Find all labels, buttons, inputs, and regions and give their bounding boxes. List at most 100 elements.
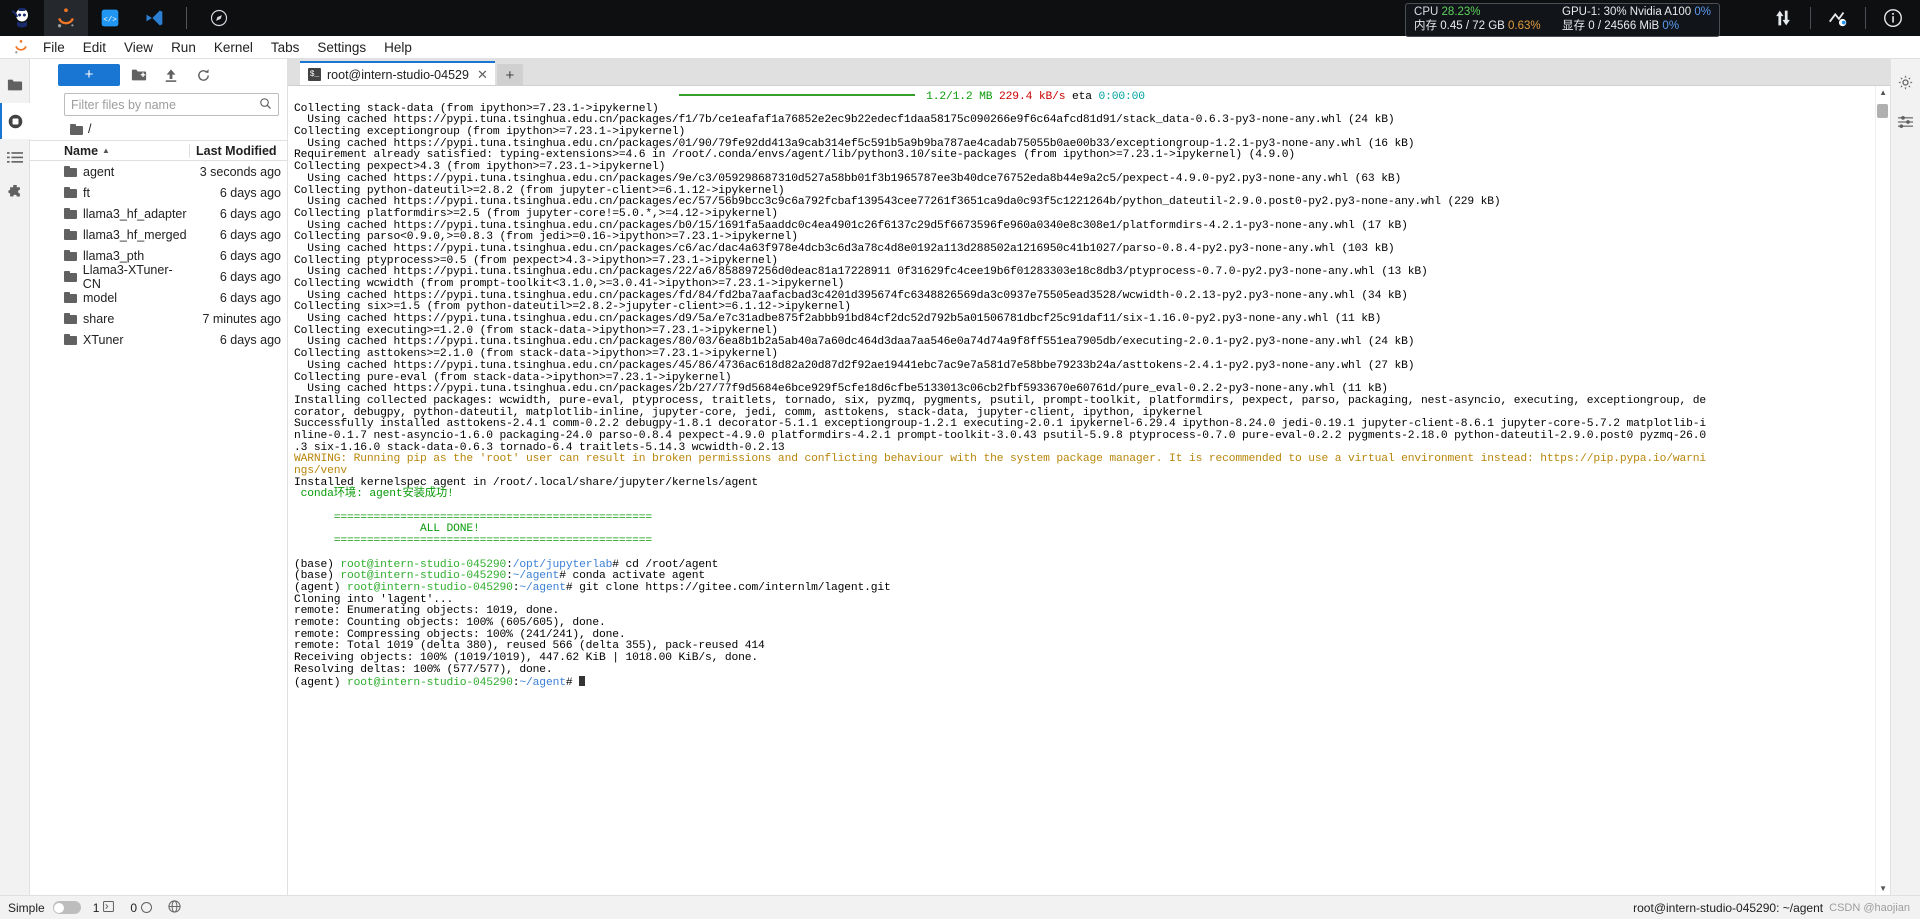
- upload-download-icon[interactable]: [1756, 0, 1810, 36]
- terminal-text: ========================================…: [294, 535, 652, 548]
- add-tab-button[interactable]: +: [496, 64, 523, 86]
- left-activity-rail: [0, 59, 30, 895]
- file-modified-label: 7 minutes ago: [202, 311, 281, 326]
- file-browser-panel: + Filter files by name / Name ▲ Last Mod…: [30, 59, 288, 895]
- terminal-text: Cloning into 'lagent'...: [294, 593, 454, 606]
- terminal-text: /opt/jupyterlab: [512, 558, 613, 571]
- file-modified-label: 3 seconds ago: [199, 164, 281, 179]
- scroll-down-icon[interactable]: ▼: [1879, 884, 1887, 893]
- search-input[interactable]: [71, 97, 259, 112]
- right-activity-rail: [1890, 59, 1920, 895]
- menu-settings[interactable]: Settings: [308, 38, 375, 57]
- kernels-count: 0: [130, 900, 138, 915]
- file-list-item-name: share: [64, 312, 189, 326]
- sidebar-item-extension-manager[interactable]: [0, 175, 30, 211]
- running-kernels-status[interactable]: 0: [126, 901, 156, 915]
- terminal-text: #: [565, 677, 580, 690]
- file-list-item[interactable]: agent 3 seconds ago: [30, 161, 287, 182]
- terminal-text: # cd /root/agent: [612, 558, 719, 571]
- terminal-panel[interactable]: 1.2/1.2 MB 229.4 kB/s eta 0:00:00 Collect…: [288, 85, 1890, 895]
- file-list-item[interactable]: ft 6 days ago: [30, 182, 287, 203]
- terminal-text: Installing collected packages: wcwidth, …: [294, 394, 1707, 407]
- file-list-item[interactable]: XTuner 6 days ago: [30, 329, 287, 350]
- menu-tabs[interactable]: Tabs: [262, 38, 309, 57]
- simple-mode-label: Simple: [8, 900, 45, 915]
- file-modified-label: 6 days ago: [219, 206, 281, 221]
- folder-icon: [64, 334, 77, 345]
- file-name-label: llama3_hf_adapter: [83, 206, 187, 221]
- new-launcher-button[interactable]: +: [58, 64, 120, 86]
- gpu-value: 0%: [1694, 6, 1711, 18]
- column-header-name[interactable]: Name ▲: [64, 144, 189, 158]
- file-modified-label: 6 days ago: [219, 227, 281, 242]
- terminal-text: ~/agent: [519, 581, 566, 594]
- file-list-item-name: Llama3-XTuner-CN: [64, 263, 189, 291]
- terminal-text: Collecting six>=1.5 (from python-dateuti…: [294, 301, 851, 314]
- menu-file[interactable]: File: [34, 38, 74, 57]
- terminal-text: root@intern-studio-045290: [347, 581, 513, 594]
- tab-terminal[interactable]: $_ root@intern-studio-04529 ✕: [300, 61, 495, 86]
- menu-run[interactable]: Run: [162, 38, 205, 57]
- file-list-item[interactable]: share 7 minutes ago: [30, 308, 287, 329]
- code-brackets-icon[interactable]: </>: [88, 0, 132, 36]
- terminal-text: Using cached https://pypi.tuna.tsinghua.…: [294, 266, 1428, 279]
- terminal-text: (agent): [294, 677, 348, 690]
- property-inspector-icon[interactable]: [1891, 107, 1920, 137]
- upload-icon[interactable]: [158, 63, 184, 87]
- refresh-icon[interactable]: [190, 63, 216, 87]
- breadcrumb-root[interactable]: /: [88, 122, 91, 136]
- file-list: agent 3 seconds ago ft 6 days ago llama3_hf_…: [30, 161, 287, 895]
- terminal-text: Requirement already satisfied: typing-ex…: [294, 149, 1296, 162]
- language-globe[interactable]: [164, 899, 185, 916]
- terminal-text: conda环境: agent安装成功!: [294, 488, 454, 501]
- jupyterlab-window: </> CPU 28.23% GPU-1: 30% Nvidia A100 0%…: [0, 0, 1920, 919]
- vscode-icon[interactable]: [132, 0, 176, 36]
- file-modified-label: 6 days ago: [219, 290, 281, 305]
- terminal-text: Collecting parso<0.9.0,>=0.8.3 (from jed…: [294, 231, 798, 244]
- tab-bar: $_ root@intern-studio-04529 ✕ +: [288, 59, 1890, 86]
- file-list-item[interactable]: llama3_hf_merged 6 days ago: [30, 224, 287, 245]
- breadcrumb[interactable]: /: [30, 120, 287, 140]
- close-icon[interactable]: ✕: [475, 67, 488, 83]
- file-list-item[interactable]: model 6 days ago: [30, 287, 287, 308]
- file-list-item[interactable]: llama3_hf_adapter 6 days ago: [30, 203, 287, 224]
- terminal-small-icon: [103, 900, 115, 915]
- terminal-text: Receiving objects: 100% (1019/1019), 447…: [294, 652, 759, 664]
- info-icon[interactable]: [1866, 0, 1920, 36]
- new-folder-icon[interactable]: [126, 63, 152, 87]
- settings-gear-icon[interactable]: [1891, 67, 1920, 97]
- terminal-output[interactable]: 1.2/1.2 MB 229.4 kB/s eta 0:00:00 Collect…: [288, 86, 1874, 895]
- terminal-text: Using cached https://pypi.tuna.tsinghua.…: [294, 359, 1415, 372]
- workspace: + Filter files by name / Name ▲ Last Mod…: [0, 59, 1920, 895]
- simple-mode-toggle[interactable]: [52, 901, 81, 914]
- ssh-connection-icon[interactable]: [1811, 0, 1865, 36]
- scrollbar-thumb[interactable]: [1877, 104, 1888, 118]
- intern-studio-logo-icon[interactable]: [0, 0, 44, 36]
- file-modified-label: 6 days ago: [219, 269, 281, 284]
- terminal-text: Resolving deltas: 100% (577/577), done.: [294, 663, 553, 676]
- column-header-name-label: Name: [64, 143, 99, 158]
- sidebar-item-table-of-contents[interactable]: [0, 139, 30, 175]
- svg-text:</>: </>: [103, 16, 117, 24]
- menu-help[interactable]: Help: [375, 38, 421, 57]
- menu-kernel[interactable]: Kernel: [205, 38, 262, 57]
- sidebar-item-running-terminals[interactable]: [0, 103, 30, 139]
- menu-edit[interactable]: Edit: [74, 38, 115, 57]
- folder-icon: [64, 250, 77, 261]
- terminal-text: ngs/venv: [294, 465, 348, 477]
- terminal-scrollbar[interactable]: ▲ ▼: [1875, 86, 1890, 895]
- jupyter-logo-icon[interactable]: [44, 0, 88, 36]
- menu-view[interactable]: View: [115, 38, 162, 57]
- column-header-last-modified[interactable]: Last Modified: [189, 143, 287, 158]
- file-modified-label: 6 days ago: [219, 185, 281, 200]
- running-terminals-status[interactable]: 1: [89, 901, 119, 915]
- vram-percent: 0%: [1662, 19, 1680, 32]
- scroll-up-icon[interactable]: ▲: [1879, 88, 1887, 97]
- file-list-item[interactable]: Llama3-XTuner-CN 6 days ago: [30, 263, 287, 291]
- sidebar-item-file-browser[interactable]: [0, 67, 30, 103]
- terminal-text: remote: Compressing objects: 100% (241/2…: [294, 628, 626, 641]
- compass-icon[interactable]: [197, 0, 241, 36]
- filter-files-field[interactable]: [64, 93, 279, 116]
- folder-icon: [70, 123, 83, 135]
